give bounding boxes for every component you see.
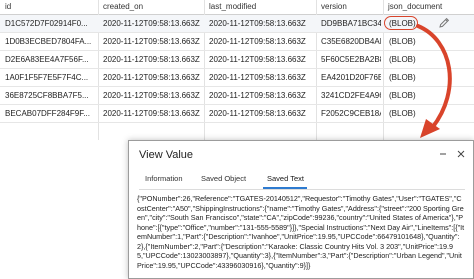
tab-divider bbox=[139, 189, 465, 190]
cell-id[interactable]: 36E8725CF8BBA7F5... bbox=[5, 91, 97, 100]
data-grid: id created_on last_modified version json… bbox=[0, 0, 474, 140]
close-icon[interactable] bbox=[455, 148, 467, 160]
column-header-last-modified[interactable]: last_modified bbox=[209, 2, 256, 11]
cell-json-document[interactable]: (BLOB) bbox=[389, 73, 419, 82]
grid-header: id created_on last_modified version json… bbox=[0, 0, 474, 15]
table-row[interactable]: D2E6A83EE4A7F56F... 2020-11-12T09:58:13.… bbox=[0, 51, 474, 69]
cell-last-modified[interactable]: 2020-11-12T09:58:13.663Z bbox=[209, 37, 314, 46]
cell-created-on[interactable]: 2020-11-12T09:58:13.663Z bbox=[103, 91, 203, 100]
column-header-version[interactable]: version bbox=[321, 2, 347, 11]
cell-last-modified[interactable]: 2020-11-12T09:58:13.663Z bbox=[209, 73, 314, 82]
cell-json-document[interactable]: (BLOB) bbox=[389, 91, 419, 100]
cell-id[interactable]: D2E6A83EE4A7F56F... bbox=[5, 55, 97, 64]
cell-last-modified[interactable]: 2020-11-12T09:58:13.663Z bbox=[209, 19, 314, 28]
cell-created-on[interactable]: 2020-11-12T09:58:13.663Z bbox=[103, 109, 203, 118]
cell-json-document[interactable]: (BLOB) bbox=[389, 37, 419, 46]
cell-last-modified[interactable]: 2020-11-12T09:58:13.663Z bbox=[209, 109, 314, 118]
table-row[interactable]: 36E8725CF8BBA7F5... 2020-11-12T09:58:13.… bbox=[0, 87, 474, 105]
cell-created-on[interactable]: 2020-11-12T09:58:13.663Z bbox=[103, 55, 203, 64]
cell-version[interactable]: F2052C9CEB18A5D07A... bbox=[321, 109, 381, 118]
saved-text-content[interactable]: {"PONumber":26,"Reference":"TGATES-20140… bbox=[137, 194, 465, 278]
cell-id[interactable]: D1C572D7F02914F0... bbox=[5, 19, 97, 28]
cell-created-on[interactable]: 2020-11-12T09:58:13.663Z bbox=[103, 73, 203, 82]
view-value-dialog: View Value Information Saved Object Save… bbox=[128, 140, 474, 279]
cell-last-modified[interactable]: 2020-11-12T09:58:13.663Z bbox=[209, 91, 314, 100]
blob-highlight-callout bbox=[384, 16, 418, 30]
cell-id[interactable]: 1A0F1F5F7E5F7F4C... bbox=[5, 73, 97, 82]
cell-id[interactable]: BECAB07DFF284F9F... bbox=[5, 109, 97, 118]
table-row[interactable]: BECAB07DFF284F9F... 2020-11-12T09:58:13.… bbox=[0, 105, 474, 123]
cell-version[interactable]: EA4201D20F76BE8D2... bbox=[321, 73, 381, 82]
cell-id[interactable]: 1D0B3ECBED7804FA... bbox=[5, 37, 97, 46]
column-header-json-document[interactable]: json_document bbox=[388, 2, 442, 11]
table-row[interactable]: 1A0F1F5F7E5F7F4C... 2020-11-12T09:58:13.… bbox=[0, 69, 474, 87]
column-header-created-on[interactable]: created_on bbox=[103, 2, 143, 11]
cell-json-document[interactable]: (BLOB) bbox=[389, 109, 419, 118]
table-row[interactable]: 1D0B3ECBED7804FA... 2020-11-12T09:58:13.… bbox=[0, 33, 474, 51]
cell-version[interactable]: 5F60C5E2BA2B8A3C3D... bbox=[321, 55, 381, 64]
dialog-title: View Value bbox=[139, 149, 194, 161]
tab-saved-object[interactable]: Saved Object bbox=[201, 174, 246, 183]
cell-created-on[interactable]: 2020-11-12T09:58:13.663Z bbox=[103, 19, 203, 28]
cell-last-modified[interactable]: 2020-11-12T09:58:13.663Z bbox=[209, 55, 314, 64]
cell-json-document[interactable]: (BLOB) bbox=[389, 55, 419, 64]
tab-saved-text[interactable]: Saved Text bbox=[267, 174, 304, 183]
pencil-icon[interactable] bbox=[438, 17, 450, 29]
cell-version[interactable]: 3241CD2FE4A96AF8B0... bbox=[321, 91, 381, 100]
cell-version[interactable]: DD9BBA71BC34CC420F16... bbox=[321, 19, 381, 28]
tab-information[interactable]: Information bbox=[145, 174, 183, 183]
cell-version[interactable]: C35E6820DB4AE1A7A3A... bbox=[321, 37, 381, 46]
minimize-icon[interactable] bbox=[437, 148, 449, 160]
column-header-id[interactable]: id bbox=[5, 2, 11, 11]
cell-created-on[interactable]: 2020-11-12T09:58:13.663Z bbox=[103, 37, 203, 46]
